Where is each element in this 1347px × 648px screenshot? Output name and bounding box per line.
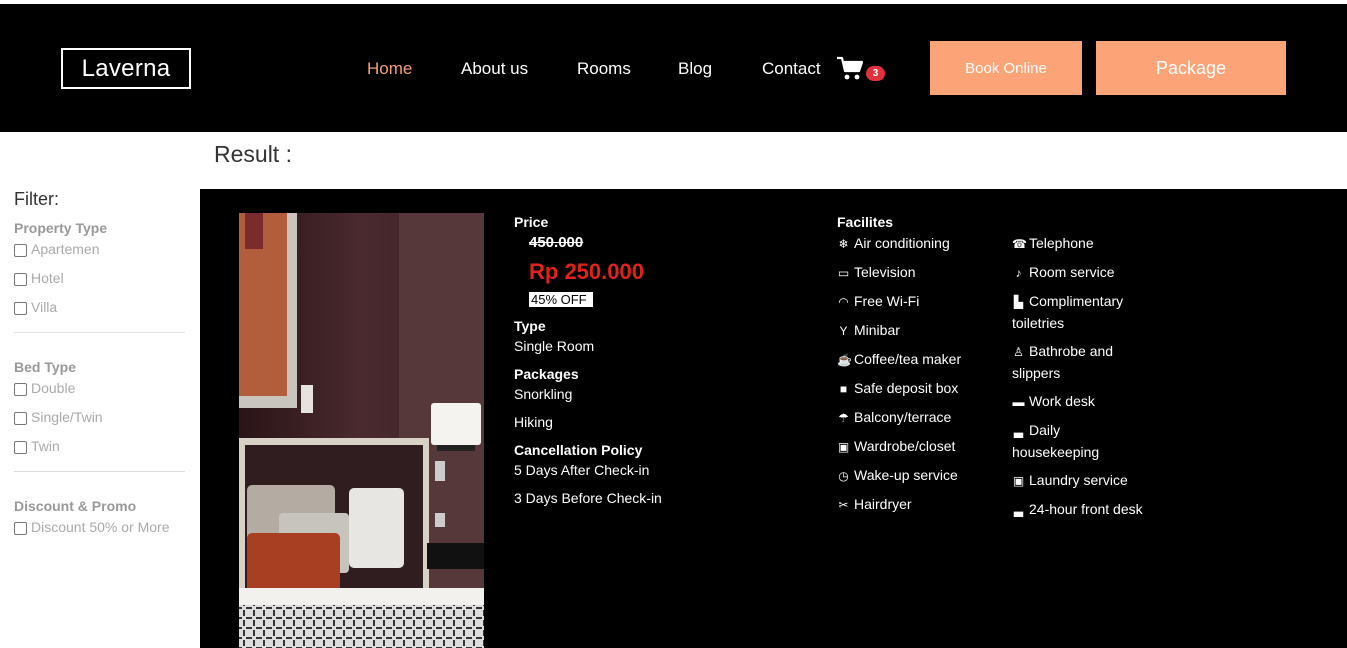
- cancellation-item: 5 Days After Check-in: [514, 462, 650, 478]
- wardrobe-icon: ▣: [837, 440, 850, 454]
- checkbox[interactable]: [14, 522, 27, 535]
- facility-balcony-terrace: ☂ Balcony/terrace: [837, 407, 951, 429]
- result-title: Result :: [214, 141, 292, 167]
- packages-label: Packages: [514, 366, 579, 382]
- bed-icon: ▃: [1013, 424, 1024, 438]
- book-online-button[interactable]: Book Online: [930, 41, 1082, 95]
- checkbox[interactable]: [14, 441, 27, 454]
- facility-air-conditioning: ❄ Air conditioning: [837, 233, 949, 255]
- divider: [14, 471, 185, 472]
- cart-count-badge: 3: [866, 66, 885, 81]
- facility-24-hour-front-desk: ▃ 24-hour front desk: [1012, 499, 1143, 521]
- bath-icon: ▙: [1013, 295, 1024, 309]
- bell-icon: ♪: [1015, 266, 1022, 280]
- filter-group-property-type: Property Type: [14, 220, 108, 236]
- facility-bathrobe-slippers: ♙ Bathrobe and slippers: [1012, 343, 1114, 381]
- checkbox[interactable]: [14, 302, 27, 315]
- room-details: Price 450.000 Rp 250.000 45% OFF Type Si…: [514, 214, 662, 506]
- cart-icon[interactable]: [836, 56, 866, 82]
- filter-option-double[interactable]: Double: [14, 380, 185, 409]
- snowflake-icon: ❄: [838, 237, 849, 251]
- room-listing-card[interactable]: Price 450.000 Rp 250.000 45% OFF Type Si…: [200, 189, 1347, 648]
- cancellation-label: Cancellation Policy: [514, 442, 643, 458]
- price-label: Price: [514, 214, 549, 230]
- facility-coffee-tea-maker: ☕ Coffee/tea maker: [837, 349, 961, 371]
- wifi-icon: ◠: [838, 295, 849, 309]
- laundry-icon: ▣: [1012, 474, 1025, 488]
- checkbox[interactable]: [14, 412, 27, 425]
- logo[interactable]: Laverna: [61, 48, 191, 89]
- filter-option-hotel[interactable]: Hotel: [14, 270, 185, 299]
- facility-hairdryer: ✂ Hairdryer: [837, 494, 911, 516]
- facility-complimentary-toiletries: ▙ Complimentary toiletries: [1012, 293, 1124, 331]
- facility-telephone: ☎ Telephone: [1012, 233, 1094, 255]
- facility-room-service: ♪ Room service: [1012, 262, 1115, 284]
- facility-wake-up-service: ◷ Wake-up service: [837, 465, 958, 487]
- old-price: 450.000: [529, 234, 584, 251]
- cocktail-icon: Y: [839, 324, 848, 338]
- facility-television: ▭ Television: [837, 262, 916, 284]
- bed-icon: ▃: [1013, 503, 1024, 517]
- nav-about-us[interactable]: About us: [461, 59, 528, 79]
- facilities-label: Facilites: [837, 214, 894, 230]
- checkbox[interactable]: [14, 383, 27, 396]
- filter-option-twin[interactable]: Twin: [14, 438, 185, 467]
- package-button[interactable]: Package: [1096, 41, 1286, 95]
- filter-option-villa[interactable]: Villa: [14, 299, 185, 328]
- briefcase-icon: ▬: [1012, 395, 1025, 409]
- package-item: Snorkling: [514, 386, 573, 402]
- divider: [14, 332, 185, 333]
- person-icon: ♙: [1013, 345, 1024, 359]
- checkbox[interactable]: [14, 273, 27, 286]
- facility-wardrobe-closet: ▣ Wardrobe/closet: [837, 436, 956, 458]
- cancellation-item: 3 Days Before Check-in: [514, 490, 662, 506]
- filter-title: Filter:: [14, 189, 59, 209]
- facility-free-wifi: ◠ Free Wi-Fi: [837, 291, 919, 313]
- nav-rooms[interactable]: Rooms: [577, 59, 631, 79]
- filter-option-single-twin[interactable]: Single/Twin: [14, 409, 185, 438]
- type-label: Type: [514, 318, 546, 334]
- filter-sidebar: Filter: Property Type Apartemen Hotel Vi…: [14, 189, 185, 548]
- site-header: Laverna Home About us Rooms Blog Contact…: [0, 4, 1347, 132]
- facility-daily-housekeeping: ▃ Daily housekeeping: [1012, 422, 1100, 460]
- facility-work-desk: ▬ Work desk: [1012, 391, 1095, 413]
- discount-badge: 45% OFF: [529, 292, 593, 307]
- room-photo[interactable]: [239, 213, 484, 648]
- lock-icon: ■: [839, 382, 848, 396]
- checkbox[interactable]: [14, 244, 27, 257]
- nav-contact[interactable]: Contact: [762, 59, 821, 79]
- scissors-icon: ✂: [838, 498, 849, 512]
- package-item: Hiking: [514, 414, 553, 430]
- facility-minibar: Y Minibar: [837, 320, 899, 342]
- filter-option-apartemen[interactable]: Apartemen: [14, 241, 185, 270]
- phone-icon: ☎: [1012, 237, 1027, 251]
- filter-option-discount-50[interactable]: Discount 50% or More: [14, 519, 185, 548]
- nav-home[interactable]: Home: [367, 59, 412, 79]
- filter-group-discount-promo: Discount & Promo: [14, 498, 137, 514]
- new-price: Rp 250.000: [529, 259, 644, 284]
- filter-group-bed-type: Bed Type: [14, 359, 76, 375]
- umbrella-icon: ☂: [838, 411, 849, 425]
- nav-blog[interactable]: Blog: [678, 59, 712, 79]
- coffee-icon: ☕: [837, 353, 852, 367]
- type-value: Single Room: [514, 338, 595, 354]
- facility-safe-deposit-box: ■ Safe deposit box: [837, 378, 958, 400]
- television-icon: ▭: [837, 266, 850, 280]
- facility-laundry-service: ▣ Laundry service: [1012, 470, 1128, 492]
- clock-icon: ◷: [838, 469, 849, 483]
